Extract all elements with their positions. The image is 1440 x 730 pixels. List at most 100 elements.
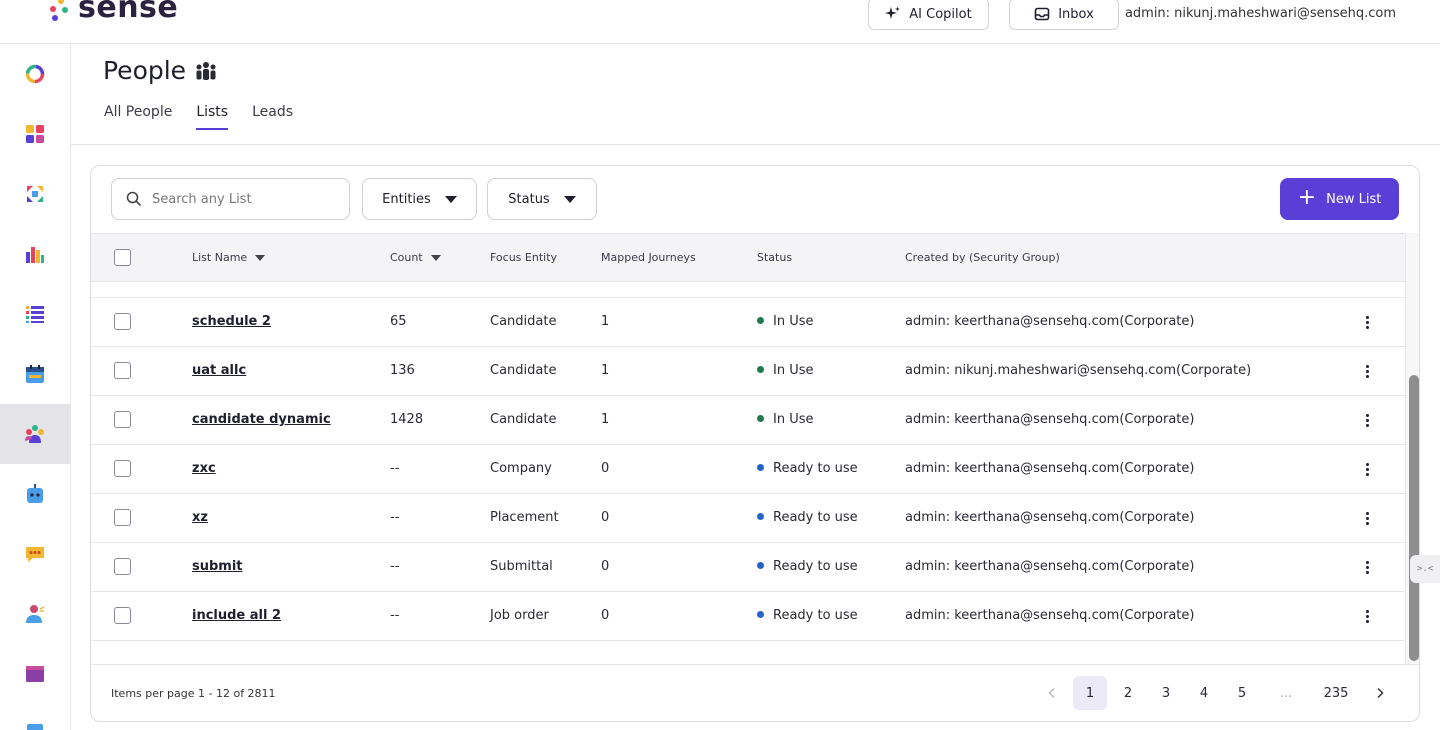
list-name-link[interactable]: submit bbox=[192, 559, 243, 574]
focus-entity-cell: Candidate bbox=[490, 363, 557, 378]
table-row[interactable]: include all 2 -- Job order 0 Ready to use adm… bbox=[91, 592, 1405, 641]
sidebar-item-workflows[interactable] bbox=[0, 164, 70, 224]
row-actions-kebab-icon[interactable] bbox=[1359, 410, 1375, 430]
logo-dots-icon bbox=[46, 0, 70, 24]
count-cell: -- bbox=[390, 461, 400, 476]
row-checkbox[interactable] bbox=[114, 558, 131, 575]
chevron-right-icon bbox=[1377, 687, 1384, 699]
page-number-button[interactable]: 4 bbox=[1187, 676, 1221, 710]
table-row[interactable]: zxc -- Company 0 Ready to use admin: keerthan… bbox=[91, 445, 1405, 494]
row-actions-kebab-icon[interactable] bbox=[1359, 557, 1375, 577]
sidebar-item-home[interactable] bbox=[0, 44, 70, 104]
sidebar-item-chatbot[interactable] bbox=[0, 464, 70, 524]
select-all-checkbox[interactable] bbox=[114, 249, 131, 266]
new-list-button[interactable]: + New List bbox=[1280, 178, 1399, 220]
row-checkbox[interactable] bbox=[114, 313, 131, 330]
table-scrollbar[interactable] bbox=[1405, 233, 1419, 664]
table-row[interactable]: submit -- Submittal 0 Ready to use admin: kee… bbox=[91, 543, 1405, 592]
scrollbar-thumb[interactable] bbox=[1409, 375, 1419, 661]
calendar-icon bbox=[26, 365, 44, 383]
status-dot-icon bbox=[757, 611, 764, 618]
focus-entity-cell: Candidate bbox=[490, 314, 557, 329]
row-actions-kebab-icon[interactable] bbox=[1359, 459, 1375, 479]
column-label: List Name bbox=[192, 251, 248, 264]
prev-page-button[interactable] bbox=[1035, 676, 1069, 710]
search-box[interactable] bbox=[111, 178, 350, 220]
status-cell: Ready to use bbox=[757, 510, 858, 525]
table-row[interactable]: uat allc 136 Candidate 1 In Use admin: nikunj… bbox=[91, 347, 1405, 396]
mapped-journeys-cell: 1 bbox=[601, 412, 610, 427]
caret-down-icon bbox=[444, 195, 457, 203]
row-actions-kebab-icon[interactable] bbox=[1359, 361, 1375, 381]
focus-entity-cell: Job order bbox=[490, 608, 549, 623]
ai-copilot-button[interactable]: AI Copilot bbox=[868, 0, 989, 30]
created-by-cell: admin: nikunj.maheshwari@sensehq.com(Cor… bbox=[905, 363, 1252, 378]
side-panel-handle[interactable]: >.< bbox=[1410, 555, 1440, 583]
sidebar-item-people[interactable] bbox=[0, 404, 70, 464]
row-actions-kebab-icon[interactable] bbox=[1359, 312, 1375, 332]
page-number-button[interactable]: 3 bbox=[1149, 676, 1183, 710]
search-input[interactable] bbox=[152, 191, 332, 207]
row-actions-kebab-icon[interactable] bbox=[1359, 282, 1375, 283]
page-number-button[interactable]: 2 bbox=[1111, 676, 1145, 710]
status-filter-label: Status bbox=[508, 191, 550, 207]
page-number-button[interactable]: 235 bbox=[1313, 676, 1359, 710]
status-cell: In Use bbox=[757, 314, 814, 329]
sidebar-item-analytics[interactable] bbox=[0, 224, 70, 284]
mapped-journeys-cell: 0 bbox=[601, 510, 610, 525]
sidebar-item-dashboard[interactable] bbox=[0, 104, 70, 164]
sidebar-item-more[interactable] bbox=[0, 704, 70, 730]
tab-all-people[interactable]: All People bbox=[104, 104, 172, 128]
admin-user-email[interactable]: admin: nikunj.maheshwari@sensehq.com bbox=[1125, 6, 1396, 21]
table-row[interactable]: candidate dynamic 1428 Candidate 1 In Use adm… bbox=[91, 396, 1405, 445]
contacts-icon bbox=[26, 605, 45, 623]
entities-filter-button[interactable]: Entities bbox=[362, 178, 477, 220]
focus-entity-cell: Placement bbox=[490, 510, 559, 525]
tab-leads[interactable]: Leads bbox=[252, 104, 293, 128]
row-checkbox[interactable] bbox=[114, 460, 131, 477]
sidebar-item-calendar[interactable] bbox=[0, 344, 70, 404]
list-name-link[interactable]: include all 2 bbox=[192, 608, 281, 623]
status-dot-icon bbox=[757, 513, 764, 520]
table-body: schedule 359Candidate1In Useadmin: keert… bbox=[91, 282, 1405, 664]
list-name-link[interactable]: zxc bbox=[192, 461, 216, 476]
column-header-status: Status bbox=[757, 251, 792, 264]
row-checkbox[interactable] bbox=[114, 411, 131, 428]
sidebar-item-contacts[interactable] bbox=[0, 584, 70, 644]
sparkle-icon bbox=[885, 6, 901, 19]
page-number-button[interactable]: 1 bbox=[1073, 676, 1107, 710]
table-row[interactable]: schedule 2 65 Candidate 1 In Use admin: keert… bbox=[91, 298, 1405, 347]
list-name-link[interactable]: schedule 2 bbox=[192, 314, 271, 329]
column-header-list-name[interactable]: List Name bbox=[192, 251, 266, 264]
column-label: Focus Entity bbox=[490, 251, 558, 264]
inbox-button[interactable]: Inbox bbox=[1009, 0, 1119, 30]
status-dot-icon bbox=[757, 415, 764, 422]
page-number-button[interactable]: 5 bbox=[1225, 676, 1259, 710]
focus-entity-cell: Company bbox=[490, 461, 552, 476]
tab-lists[interactable]: Lists bbox=[196, 104, 228, 130]
sidebar-item-messages[interactable] bbox=[0, 524, 70, 584]
people-group-icon bbox=[196, 61, 216, 80]
column-header-count[interactable]: Count bbox=[390, 251, 441, 264]
status-filter-button[interactable]: Status bbox=[487, 178, 597, 220]
sidebar-item-lists[interactable] bbox=[0, 284, 70, 344]
row-checkbox[interactable] bbox=[114, 509, 131, 526]
search-icon bbox=[126, 191, 142, 207]
status-text: Ready to use bbox=[773, 559, 858, 574]
table-row[interactable]: schedule 359Candidate1In Useadmin: keert… bbox=[91, 282, 1405, 298]
sense-logo[interactable]: sense bbox=[46, 0, 178, 25]
row-checkbox[interactable] bbox=[114, 362, 131, 379]
next-page-button[interactable] bbox=[1363, 676, 1397, 710]
row-checkbox[interactable] bbox=[114, 607, 131, 624]
row-actions-kebab-icon[interactable] bbox=[1359, 508, 1375, 528]
column-label: Created by (Security Group) bbox=[905, 251, 1060, 264]
list-name-link[interactable]: xz bbox=[192, 510, 208, 525]
sidebar-item-window[interactable] bbox=[0, 644, 70, 704]
list-name-link[interactable]: candidate dynamic bbox=[192, 412, 331, 427]
caret-down-icon bbox=[563, 195, 576, 203]
chevron-left-icon bbox=[1048, 687, 1055, 699]
list-name-link[interactable]: uat allc bbox=[192, 363, 246, 378]
table-row[interactable]: xz -- Placement 0 Ready to use admin: keertha… bbox=[91, 494, 1405, 543]
row-actions-kebab-icon[interactable] bbox=[1359, 606, 1375, 626]
mapped-journeys-cell: 0 bbox=[601, 608, 610, 623]
